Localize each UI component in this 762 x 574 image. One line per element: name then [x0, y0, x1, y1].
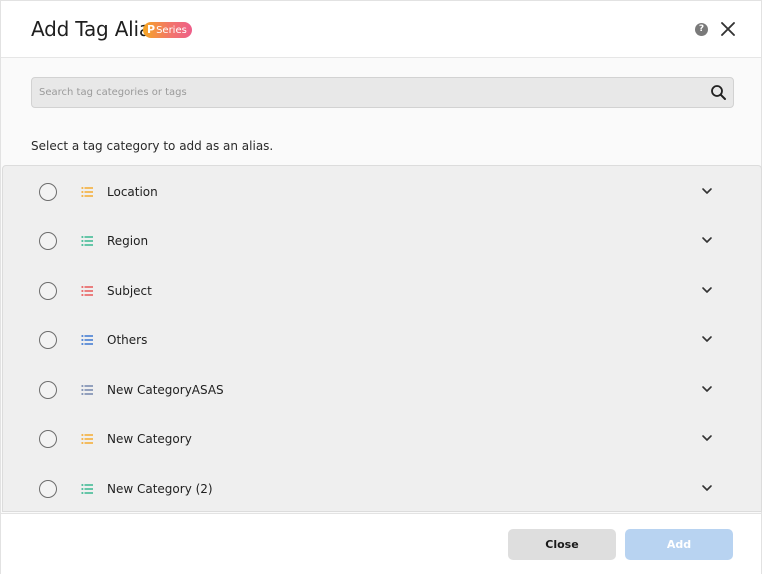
list-category-icon	[81, 187, 93, 197]
category-label: Others	[107, 333, 148, 347]
list-category-icon	[81, 335, 93, 345]
category-label: New Category	[107, 432, 192, 446]
list-category-icon	[81, 434, 93, 444]
list-category-icon	[81, 286, 93, 296]
dialog-footer: Close Add	[1, 513, 761, 574]
add-button[interactable]: Add	[625, 529, 733, 560]
badge-text: Series	[156, 25, 187, 36]
category-label: Region	[107, 234, 149, 248]
chevron-down-icon[interactable]	[701, 385, 713, 393]
list-category-icon	[81, 385, 93, 395]
search-box	[31, 77, 734, 108]
list-item[interactable]: Region	[3, 217, 761, 266]
close-button[interactable]: Close	[508, 529, 616, 560]
list-item[interactable]: New Category (2)	[3, 465, 761, 514]
tag-category-list: Location Region Subject Others New CategoryA…	[2, 165, 762, 512]
list-category-icon	[81, 236, 93, 246]
category-radio[interactable]	[39, 331, 57, 349]
list-category-icon	[81, 484, 93, 494]
chevron-down-icon[interactable]	[701, 286, 713, 294]
category-radio[interactable]	[39, 282, 57, 300]
add-tag-alias-dialog: Add Tag Alias PSeries ? Select a tag cat…	[0, 0, 762, 574]
chevron-down-icon[interactable]	[701, 484, 713, 492]
list-item[interactable]: Others	[3, 316, 761, 365]
chevron-down-icon[interactable]	[701, 187, 713, 195]
close-icon[interactable]	[719, 20, 737, 38]
list-item[interactable]: Subject	[3, 267, 761, 316]
badge-prefix: P	[147, 23, 156, 36]
list-item[interactable]: New Category	[3, 415, 761, 464]
category-radio[interactable]	[39, 183, 57, 201]
list-item[interactable]: Location	[3, 168, 761, 217]
search-input[interactable]	[32, 78, 702, 107]
list-item[interactable]: New CategoryASAS	[3, 366, 761, 415]
help-icon[interactable]: ?	[695, 23, 708, 36]
category-label: Subject	[107, 284, 152, 298]
search-icon[interactable]	[710, 84, 727, 101]
chevron-down-icon[interactable]	[701, 335, 713, 343]
series-badge: PSeries	[143, 22, 192, 38]
category-radio[interactable]	[39, 430, 57, 448]
category-radio[interactable]	[39, 480, 57, 498]
category-radio[interactable]	[39, 232, 57, 250]
category-radio[interactable]	[39, 381, 57, 399]
chevron-down-icon[interactable]	[701, 434, 713, 442]
category-label: New CategoryASAS	[107, 383, 224, 397]
category-label: Location	[107, 185, 158, 199]
dialog-header: Add Tag Alias PSeries ?	[1, 1, 761, 58]
chevron-down-icon[interactable]	[701, 236, 713, 244]
category-label: New Category (2)	[107, 482, 213, 496]
instruction-text: Select a tag category to add as an alias…	[31, 139, 274, 153]
dialog-title: Add Tag Alias	[31, 17, 162, 41]
